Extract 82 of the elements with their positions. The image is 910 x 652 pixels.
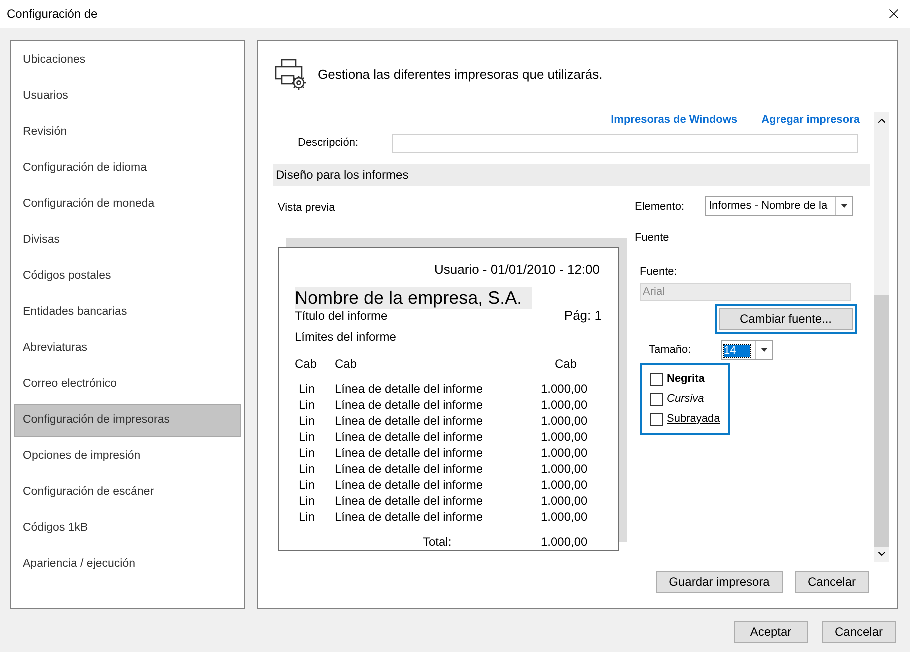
table-cell-text: Lin bbox=[298, 429, 316, 445]
column-header: Cab bbox=[295, 356, 318, 373]
table-cell-text: Línea de detalle del informe bbox=[335, 477, 484, 493]
page-number: Pág: 1 bbox=[564, 309, 602, 323]
sidebar-item[interactable]: Ubicaciones bbox=[14, 44, 241, 77]
field-label: Descripción: bbox=[297, 136, 360, 151]
table-cell-text: Lin bbox=[298, 397, 316, 413]
table-cell-text: Lin bbox=[298, 509, 316, 525]
printer-gear-icon bbox=[274, 58, 308, 92]
sidebar-item[interactable]: Usuarios bbox=[14, 80, 241, 113]
table-cell-text: Línea de detalle del informe bbox=[335, 397, 484, 413]
table-cell: 1.000,00 bbox=[541, 477, 588, 493]
table-cell-text: Lin bbox=[298, 413, 316, 429]
element-dropdown[interactable]: Informes - Nombre de la bbox=[705, 196, 853, 216]
report-title: Título del informe bbox=[295, 309, 388, 323]
checkbox[interactable] bbox=[650, 372, 663, 386]
group-title: Fuente bbox=[635, 231, 670, 246]
checkbox[interactable] bbox=[650, 392, 663, 406]
section-header: Diseño para los informes bbox=[273, 164, 870, 186]
table-cell-text: Lin bbox=[298, 461, 316, 477]
table-cell-text: Línea de detalle del informe bbox=[335, 381, 484, 397]
sidebar-item[interactable]: Entidades bancarias bbox=[14, 296, 241, 329]
checkbox[interactable] bbox=[650, 412, 663, 426]
table-cell-text: Línea de detalle del informe bbox=[335, 445, 484, 461]
table-cell: 1.000,00 bbox=[541, 397, 588, 413]
change-font-button[interactable]: Cambiar fuente... bbox=[719, 308, 853, 330]
link[interactable]: Impresoras de Windows bbox=[611, 112, 738, 129]
sidebar-item[interactable]: Configuración de moneda bbox=[14, 188, 241, 221]
header-text: Gestiona las diferentes impresoras que utilizarás. bbox=[318, 66, 603, 84]
checkbox-label: Subrayada bbox=[667, 412, 720, 427]
table-cell-text: Lin bbox=[298, 445, 316, 461]
table-cell-text: Línea de detalle del informe bbox=[335, 413, 484, 429]
column-header: Cab bbox=[335, 356, 358, 373]
sidebar-item[interactable]: Apariencia / ejecución bbox=[14, 548, 241, 581]
accept-button[interactable]: Aceptar bbox=[734, 621, 808, 643]
scrollbar[interactable] bbox=[874, 112, 889, 562]
table-cell: 1.000,00 bbox=[541, 381, 588, 397]
table-cell-text: Línea de detalle del informe bbox=[335, 509, 484, 525]
sidebar-item[interactable]: Divisas bbox=[14, 224, 241, 257]
table-cell-text: Línea de detalle del informe bbox=[335, 461, 484, 477]
scrollbar-thumb[interactable] bbox=[874, 295, 889, 547]
sidebar-item[interactable]: Configuración de idioma bbox=[14, 152, 241, 185]
table-cell-text: Lin bbox=[298, 477, 316, 493]
dropdown-arrow-icon bbox=[760, 348, 768, 352]
link[interactable]: Agregar impresora bbox=[762, 112, 860, 129]
table-cell: 1.000,00 bbox=[541, 509, 588, 525]
table-cell-text: Línea de detalle del informe bbox=[335, 429, 484, 445]
sidebar-item[interactable]: Códigos 1kB bbox=[14, 512, 241, 545]
sidebar-item[interactable]: Configuración de escáner bbox=[14, 476, 241, 509]
table-cell-text: Lin bbox=[298, 381, 316, 397]
field-label: Elemento: bbox=[635, 200, 686, 215]
size-dropdown[interactable]: 14 bbox=[721, 340, 773, 360]
total-label: Total: bbox=[422, 534, 453, 551]
checkbox-label: Negrita bbox=[667, 372, 705, 387]
table-cell: 1.000,00 bbox=[541, 493, 588, 509]
sidebar-item[interactable]: Códigos postales bbox=[14, 260, 241, 293]
description-field[interactable] bbox=[392, 134, 858, 152]
total-value: 1.000,00 bbox=[541, 534, 588, 551]
window-title: Configuración de bbox=[7, 6, 98, 23]
table-cell: 1.000,00 bbox=[541, 413, 588, 429]
sidebar-item[interactable]: Abreviaturas bbox=[14, 332, 241, 365]
field-label: Tamaño: bbox=[649, 342, 692, 358]
column-header: Cab bbox=[555, 356, 578, 373]
dropdown-arrow-icon bbox=[840, 204, 848, 208]
table-cell-text: Lin bbox=[298, 493, 316, 509]
table-cell: 1.000,00 bbox=[541, 445, 588, 461]
cancel-button[interactable]: Cancelar bbox=[795, 571, 869, 593]
checkbox-label: Cursiva bbox=[667, 392, 704, 407]
cancel-button[interactable]: Cancelar bbox=[822, 621, 896, 643]
table-cell-text: Línea de detalle del informe bbox=[335, 493, 484, 509]
sidebar-item[interactable]: Opciones de impresión bbox=[14, 440, 241, 473]
report-limits: Límites del informe bbox=[295, 329, 398, 346]
save-printer-button[interactable]: Guardar impresora bbox=[656, 571, 783, 593]
preview-label: Vista previa bbox=[277, 201, 336, 216]
sidebar-item[interactable]: Correo electrónico bbox=[14, 368, 241, 401]
table-cell: 1.000,00 bbox=[541, 429, 588, 445]
table-cell: 1.000,00 bbox=[541, 461, 588, 477]
user-date-line: Usuario - 01/01/2010 - 12:00 bbox=[434, 260, 601, 278]
sidebar-item[interactable]: Configuración de impresoras bbox=[14, 404, 241, 437]
field-label: Fuente: bbox=[640, 264, 678, 280]
sidebar-item[interactable]: Revisión bbox=[14, 116, 241, 149]
company-name: Nombre de la empresa, S.A. bbox=[295, 287, 532, 309]
